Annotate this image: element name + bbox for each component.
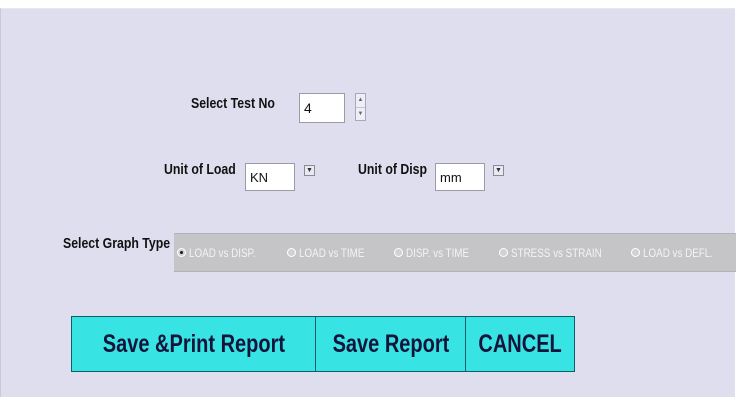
select-test-label: Select Test No <box>191 95 275 112</box>
test-no-field[interactable]: 4 <box>299 93 345 123</box>
graph-type-label: Select Graph Type <box>63 235 171 252</box>
unit-of-disp-label: Unit of Disp <box>358 161 428 178</box>
radio-icon[interactable] <box>631 248 640 257</box>
test-no-value: 4 <box>304 100 312 116</box>
disp-dropdown-arrow-icon[interactable]: ▼ <box>493 165 504 176</box>
radio-icon[interactable] <box>499 248 508 257</box>
unit-of-disp-select[interactable]: mm <box>435 163 485 191</box>
radio-icon[interactable] <box>287 248 296 257</box>
spinner-down-icon[interactable]: ▼ <box>356 106 365 121</box>
test-no-spinner[interactable]: ▲ ▼ <box>355 93 366 121</box>
cancel-button[interactable]: CANCEL <box>465 316 575 372</box>
graph-type-radio-group: LOAD vs DISP. LOAD vs TIME DISP. vs TIME… <box>174 233 736 272</box>
graph-option-stress-vs-strain[interactable]: STRESS vs STRAIN <box>499 234 622 271</box>
unit-of-disp-value: mm <box>440 169 462 185</box>
radio-icon[interactable] <box>394 248 403 257</box>
unit-of-load-label: Unit of Load <box>164 161 236 178</box>
main-panel: Select Test No 4 ▲ ▼ Unit of Load KN ▼ U… <box>0 8 736 397</box>
unit-of-load-value: KN <box>250 169 269 185</box>
graph-option-disp-vs-time[interactable]: DISP. vs TIME <box>394 234 483 271</box>
save-report-button[interactable]: Save Report <box>315 316 466 372</box>
radio-icon[interactable] <box>177 248 186 257</box>
spinner-up-icon[interactable]: ▲ <box>356 94 365 107</box>
graph-option-load-vs-disp[interactable]: LOAD vs DISP. <box>177 234 270 271</box>
unit-of-load-select[interactable]: KN <box>245 163 295 191</box>
load-dropdown-arrow-icon[interactable]: ▼ <box>304 165 315 176</box>
graph-option-load-vs-defl[interactable]: LOAD vs DEFL. <box>631 234 728 271</box>
graph-option-load-vs-time[interactable]: LOAD vs TIME <box>287 234 379 271</box>
save-print-report-button[interactable]: Save &Print Report <box>71 316 316 372</box>
